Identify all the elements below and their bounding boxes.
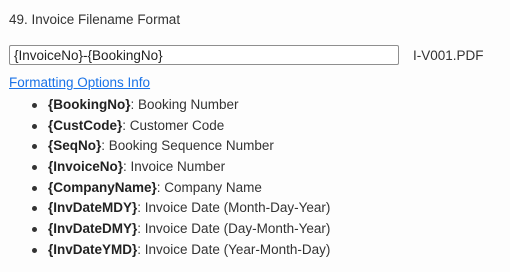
option-description: : Booking Number: [130, 97, 239, 112]
bullet-icon: [32, 123, 37, 129]
option-description: : Booking Sequence Number: [101, 138, 274, 154]
option-token: {InvDateDMY}: [48, 221, 138, 237]
bullet-icon: [32, 227, 37, 233]
list-item: {CustCode}: Customer Code: [0, 116, 330, 137]
list-item: {SeqNo}: Booking Sequence Number: [0, 136, 330, 157]
list-item: {InvDateMDY}: Invoice Date (Month-Day-Ye…: [0, 198, 330, 219]
option-description: : Invoice Date (Month-Day-Year): [137, 200, 331, 216]
option-token: {CompanyName}: [48, 179, 157, 195]
option-token: {InvDateYMD}: [48, 241, 138, 257]
option-description: : Customer Code: [122, 117, 225, 133]
formatting-options-list: {BookingNo}: Booking Number {CustCode}: …: [0, 95, 330, 261]
option-description: : Invoice Date (Day-Month-Year): [137, 221, 331, 237]
filename-format-row: I-V001.PDF: [9, 45, 484, 65]
option-token: {SeqNo}: [48, 138, 102, 154]
option-token: {CustCode}: [48, 117, 123, 133]
option-description: : Invoice Number: [123, 159, 226, 175]
option-description: : Invoice Date (Year-Month-Day): [137, 241, 331, 257]
option-token: {InvDateMDY}: [48, 200, 138, 216]
bullet-icon: [32, 247, 37, 253]
list-item: {InvDateYMD}: Invoice Date (Year-Month-D…: [0, 240, 330, 261]
bullet-icon: [32, 144, 37, 150]
setting-title: 49. Invoice Filename Format: [9, 12, 181, 27]
option-token: {InvoiceNo}: [48, 159, 124, 175]
option-token: {BookingNo}: [48, 97, 131, 112]
bullet-icon: [32, 185, 37, 191]
list-item: {InvoiceNo}: Invoice Number: [0, 157, 330, 178]
bullet-icon: [32, 206, 37, 212]
formatting-options-link[interactable]: Formatting Options Info: [9, 75, 150, 90]
bullet-icon: [32, 103, 37, 108]
option-description: : Company Name: [156, 179, 262, 195]
list-item: {BookingNo}: Booking Number: [0, 95, 330, 116]
filename-format-input[interactable]: [9, 45, 399, 65]
list-item: {CompanyName}: Company Name: [0, 178, 330, 199]
bullet-icon: [32, 165, 37, 171]
list-item: {InvDateDMY}: Invoice Date (Day-Month-Ye…: [0, 219, 330, 240]
filename-preview: I-V001.PDF: [413, 47, 484, 63]
